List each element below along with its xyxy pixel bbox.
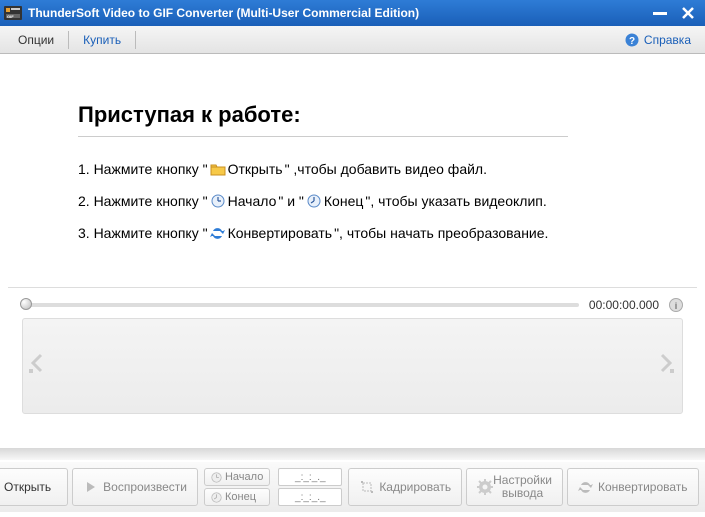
divider-shadow (0, 448, 705, 460)
play-icon (83, 479, 99, 495)
convert-icon (578, 479, 594, 495)
clock-end-icon (306, 193, 322, 209)
open-button[interactable]: Открыть (0, 468, 68, 506)
content-area: Приступая к работе: 1. Нажмите кнопку " … (0, 54, 705, 422)
output-settings-button[interactable]: Настройки вывода (466, 468, 563, 506)
menu-buy[interactable]: Купить (71, 29, 133, 51)
svg-text:GIF: GIF (7, 14, 14, 19)
menu-options[interactable]: Опции (6, 29, 66, 51)
start-time-input[interactable] (278, 468, 342, 486)
step-2: 2. Нажмите кнопку " Начало " и " Конец "… (78, 193, 647, 209)
end-button[interactable]: Конец (204, 488, 270, 506)
timeline-thumb[interactable] (20, 298, 32, 310)
time-display: 00:00:00.000 (589, 298, 659, 312)
crop-button-label: Кадрировать (379, 480, 451, 494)
step-1: 1. Нажмите кнопку " Открыть " ,чтобы доб… (78, 161, 647, 177)
start-button-label: Начало (225, 471, 263, 483)
play-button-label: Воспроизвести (103, 480, 187, 494)
clock-start-icon (211, 472, 222, 483)
gear-icon (477, 479, 493, 495)
step-3: 3. Нажмите кнопку " Конвертировать ", чт… (78, 225, 647, 241)
bottom-toolbar: Открыть Воспроизвести Начало Конец Кадри… (0, 460, 705, 512)
window-title: ThunderSoft Video to GIF Converter (Mult… (28, 6, 645, 20)
convert-button-label: Конвертировать (598, 480, 688, 494)
crop-button[interactable]: Кадрировать (348, 468, 462, 506)
close-button[interactable] (675, 5, 701, 21)
menu-separator (135, 31, 136, 49)
minimize-button[interactable] (647, 5, 673, 21)
play-button[interactable]: Воспроизвести (72, 468, 198, 506)
strip-prev-button[interactable] (29, 351, 47, 381)
range-inputs-group (276, 468, 344, 506)
titlebar: GIF ThunderSoft Video to GIF Converter (… (0, 0, 705, 26)
timeline-slider[interactable] (22, 303, 579, 307)
clock-start-icon (210, 193, 226, 209)
output-settings-label-2: вывода (502, 487, 543, 500)
start-button[interactable]: Начало (204, 468, 270, 486)
app-icon: GIF (4, 5, 22, 21)
info-icon[interactable]: i (669, 298, 683, 312)
convert-button[interactable]: Конвертировать (567, 468, 699, 506)
end-button-label: Конец (225, 491, 256, 503)
crop-icon (359, 479, 375, 495)
heading-underline (78, 136, 568, 137)
timeline-area: 00:00:00.000 i (8, 288, 697, 318)
menu-help[interactable]: ? Справка (624, 32, 699, 48)
range-buttons-group: Начало Конец (202, 468, 272, 506)
folder-open-icon (210, 161, 226, 177)
menu-help-label: Справка (644, 33, 691, 47)
welcome-heading: Приступая к работе: (78, 102, 647, 128)
menubar: Опции Купить ? Справка (0, 26, 705, 54)
clock-end-icon (211, 492, 222, 503)
menu-separator (68, 31, 69, 49)
end-time-input[interactable] (278, 488, 342, 506)
convert-icon (210, 225, 226, 241)
help-icon: ? (624, 32, 640, 48)
svg-text:?: ? (629, 36, 635, 47)
open-button-label: Открыть (4, 480, 51, 494)
svg-text:i: i (675, 301, 678, 311)
strip-next-button[interactable] (658, 351, 676, 381)
welcome-panel: Приступая к работе: 1. Нажмите кнопку " … (8, 62, 697, 288)
thumbnail-strip (22, 318, 683, 414)
